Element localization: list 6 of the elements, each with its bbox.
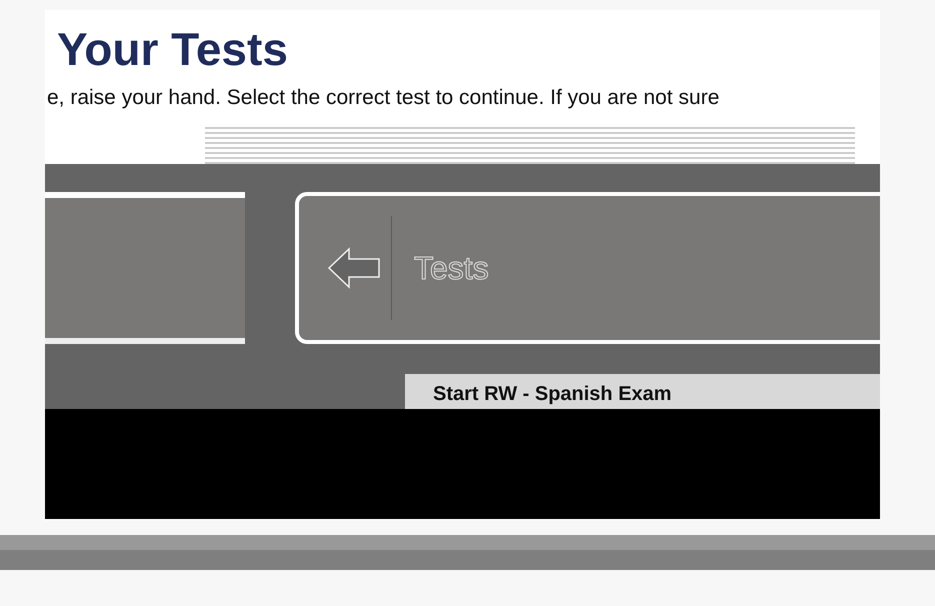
test-name: Start RW - Spanish Exam — [433, 382, 672, 406]
page-title: Your Tests — [56, 22, 289, 72]
back-arrow-icon[interactable] — [327, 246, 381, 288]
instructions-text: e, raise your hand. Select the correct test to continue. If you are not sure — [46, 85, 720, 111]
section-title: Tests — [414, 248, 489, 288]
test-card[interactable]: Start RW - Spanish Exam — [405, 374, 880, 408]
